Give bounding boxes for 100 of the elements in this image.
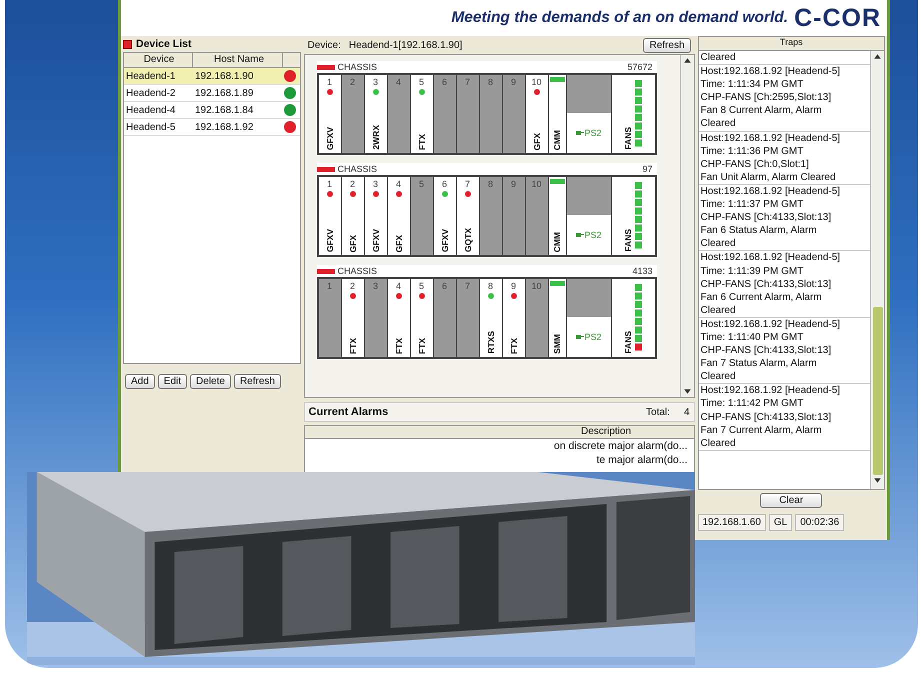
total-count: 4 bbox=[684, 406, 690, 418]
table-cell: on discrete major alarm(do... bbox=[554, 440, 688, 452]
card-slot[interactable]: 9 FTX bbox=[502, 279, 525, 357]
scrollbar-thumb[interactable] bbox=[872, 307, 882, 475]
slot-number: 2 bbox=[350, 179, 356, 189]
device-label: Device: bbox=[308, 40, 341, 50]
plug-icon bbox=[576, 130, 584, 136]
slot-number: 3 bbox=[373, 179, 378, 189]
card-label: FTX bbox=[416, 338, 427, 354]
slot-number: 3 bbox=[373, 77, 378, 87]
card-label: SMM bbox=[552, 334, 562, 354]
slot-number: 4 bbox=[396, 77, 402, 87]
chassis-number: 4133 bbox=[632, 266, 654, 276]
slot-number: 1 bbox=[327, 77, 332, 87]
slot-number: 6 bbox=[442, 179, 448, 189]
table-cell: te major alarm(do... bbox=[596, 454, 688, 466]
slot-number: 9 bbox=[511, 77, 516, 87]
status-field: 192.168.1.60 bbox=[698, 514, 766, 531]
table-cell-text: Headend-5 bbox=[125, 122, 176, 132]
card-slot[interactable]: 3 2WRX bbox=[364, 75, 387, 153]
empty-slot[interactable]: 6 bbox=[434, 279, 456, 357]
table-row[interactable]: Headend-1 192.168.1.90 bbox=[124, 68, 300, 85]
card-label: FANS bbox=[622, 331, 633, 354]
slot-number: 1 bbox=[327, 281, 332, 291]
plug-icon bbox=[576, 232, 584, 238]
slot-number: 7 bbox=[465, 179, 470, 189]
slot-number: 4 bbox=[396, 179, 402, 189]
card-slot[interactable]: 10 GFX bbox=[526, 75, 548, 153]
column-header[interactable]: Device bbox=[124, 53, 193, 67]
controller-slot[interactable]: CMM bbox=[548, 177, 566, 255]
fans-slot[interactable]: FANS bbox=[612, 177, 655, 255]
power-label: PS2 bbox=[584, 230, 602, 240]
table-cell-text: 192.168.1.90 bbox=[194, 70, 254, 82]
empty-slot[interactable]: 6 bbox=[434, 75, 456, 153]
card-slot[interactable]: 4 FTX bbox=[388, 279, 410, 357]
panel-title: Device List bbox=[136, 38, 192, 50]
total-label: Total: bbox=[646, 406, 670, 418]
refresh-button[interactable]: Refresh bbox=[643, 38, 690, 52]
card-label: GFXV bbox=[440, 228, 450, 252]
card-label: FANS bbox=[622, 127, 633, 150]
toolbar-button[interactable]: Refresh bbox=[234, 374, 281, 389]
card-label: CMM bbox=[552, 130, 562, 150]
slot-number: 10 bbox=[532, 281, 542, 291]
card-slot[interactable]: 5 FTX bbox=[410, 279, 433, 357]
card-slot[interactable]: 5 FTX bbox=[410, 75, 433, 153]
status-field: GL bbox=[768, 514, 792, 531]
table-cell-text: 192.168.1.84 bbox=[194, 104, 254, 116]
card-label: GFXV bbox=[324, 126, 335, 150]
power-label: PS2 bbox=[584, 128, 602, 138]
power-label: PS2 bbox=[584, 332, 602, 342]
controller-slot[interactable]: SMM bbox=[548, 279, 566, 357]
card-label: FTX bbox=[416, 134, 427, 150]
card-label: FTX bbox=[394, 338, 404, 354]
toolbar-button[interactable]: Add bbox=[125, 374, 155, 389]
slot-number: 7 bbox=[465, 281, 470, 291]
chassis-number: 57672 bbox=[628, 62, 654, 72]
panel-icon bbox=[123, 40, 132, 48]
card-slot[interactable]: 8 RTXS bbox=[480, 279, 502, 357]
card-slot[interactable]: 3 GFXV bbox=[364, 177, 387, 255]
card-slot[interactable]: 2 GFX bbox=[342, 177, 364, 255]
card-label: GFXV bbox=[370, 228, 381, 252]
card-slot[interactable]: 2 FTX bbox=[342, 279, 364, 357]
table-cell-text: Headend-2 bbox=[125, 88, 176, 98]
fans-slot[interactable]: FANS bbox=[612, 279, 655, 357]
plug-icon bbox=[576, 334, 584, 340]
slot-number: 8 bbox=[488, 179, 494, 189]
scrollbar[interactable] bbox=[870, 51, 884, 489]
slot-number: 1 bbox=[327, 179, 332, 189]
slot-number: 4 bbox=[396, 281, 402, 291]
controller-slot[interactable]: CMM bbox=[548, 75, 566, 153]
fans-slot[interactable]: FANS bbox=[612, 75, 655, 153]
column-header[interactable]: Host Name bbox=[193, 53, 283, 67]
toolbar-button[interactable]: Delete bbox=[190, 374, 231, 389]
table-cell-text: 192.168.1.89 bbox=[194, 88, 254, 98]
table-row[interactable]: Headend-2 192.168.1.89 bbox=[124, 85, 300, 102]
slot-number: 9 bbox=[511, 179, 516, 189]
card-label: FANS bbox=[622, 229, 633, 252]
card-label: GQTX bbox=[462, 228, 473, 252]
trap-entry[interactable]: Cleared bbox=[698, 51, 870, 66]
card-slot[interactable]: 6 GFXV bbox=[434, 177, 456, 255]
slot-number: 5 bbox=[419, 179, 424, 189]
chassis-number: 97 bbox=[642, 164, 654, 174]
card-slot[interactable]: 4 GFX bbox=[388, 177, 410, 255]
slot-number: 2 bbox=[350, 77, 356, 87]
table-row[interactable]: Headend-5 192.168.1.92 bbox=[124, 119, 300, 136]
table-cell-text: 192.168.1.92 bbox=[194, 122, 254, 132]
card-slot[interactable]: 1 GFXV bbox=[318, 75, 341, 153]
device-name: Headend-1[192.168.1.90] bbox=[348, 40, 462, 50]
card-slot[interactable]: 7 GQTX bbox=[456, 177, 479, 255]
logo: C-COR bbox=[794, 4, 881, 32]
table-cell-text: Headend-4 bbox=[125, 104, 176, 116]
slot-number: 2 bbox=[350, 281, 356, 291]
card-slot[interactable]: 1 GFXV bbox=[318, 177, 341, 255]
clear-button[interactable]: Clear bbox=[760, 493, 822, 508]
table-cell-text: Headend-1 bbox=[125, 70, 176, 82]
toolbar-button[interactable]: Edit bbox=[158, 374, 188, 389]
table-row[interactable]: Headend-4 192.168.1.84 bbox=[124, 102, 300, 119]
scrollbar[interactable] bbox=[680, 55, 694, 397]
slot-number: 3 bbox=[373, 281, 378, 291]
slot-number: 6 bbox=[442, 281, 448, 291]
